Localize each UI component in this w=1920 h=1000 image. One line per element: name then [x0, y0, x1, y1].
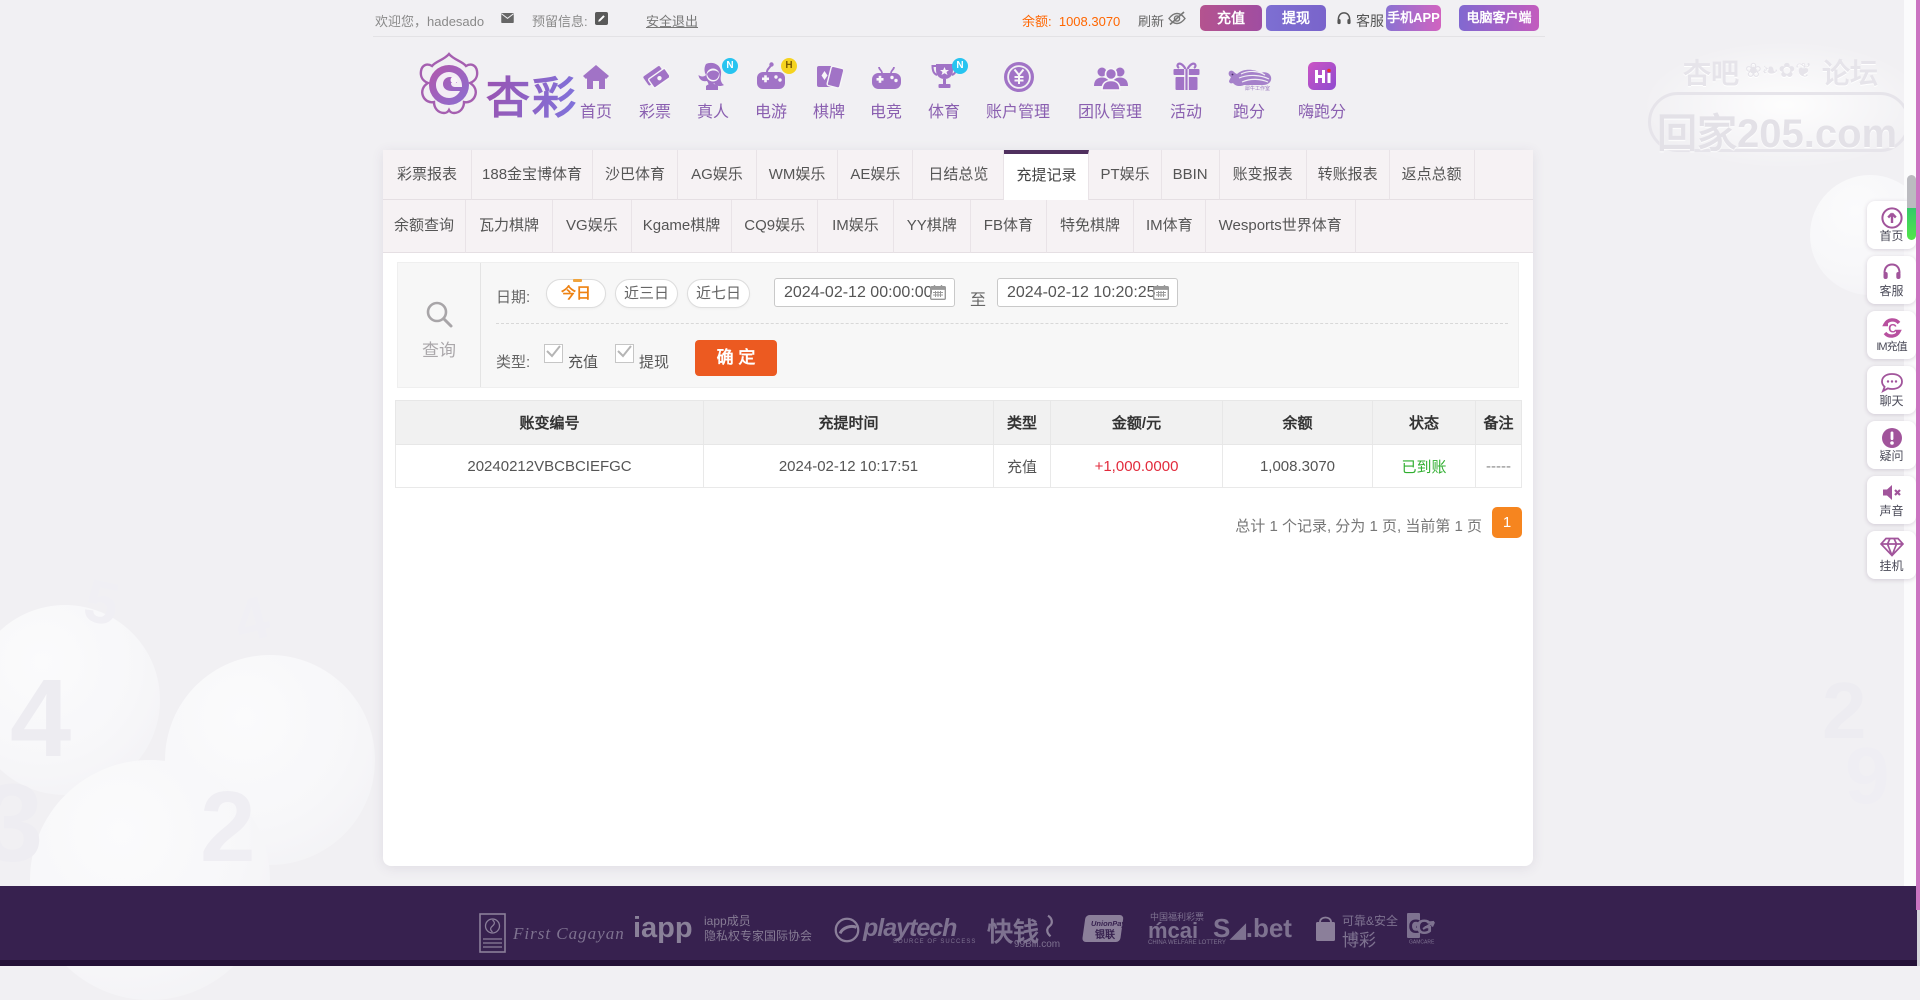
svg-text:犀牛工作室: 犀牛工作室 — [1245, 85, 1270, 91]
svg-text:GAMCARE: GAMCARE — [1409, 940, 1435, 945]
svg-text:C: C — [1888, 322, 1897, 336]
svg-text:UnionPay: UnionPay — [1091, 919, 1126, 928]
svg-text:银联: 银联 — [1095, 928, 1115, 941]
